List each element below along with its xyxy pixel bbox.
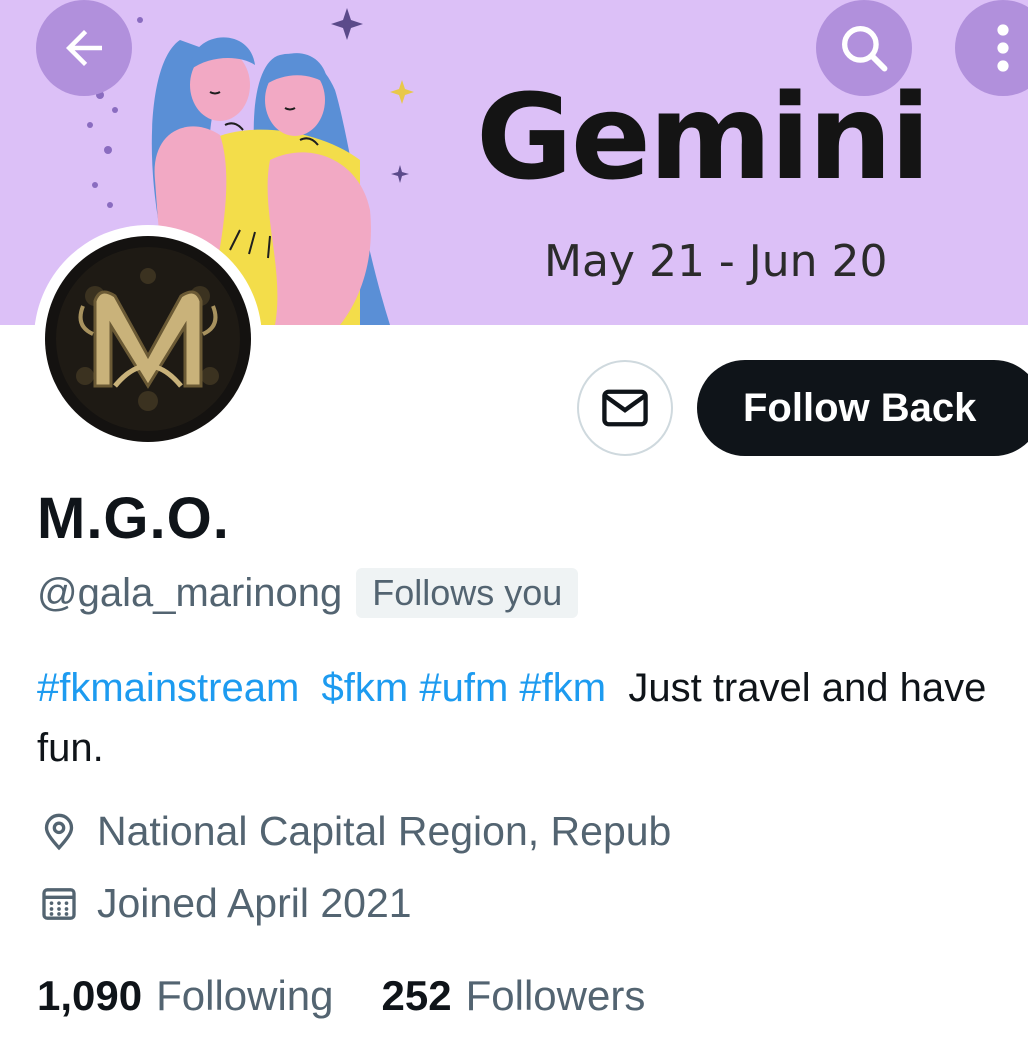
follows-you-badge: Follows you [356,568,579,618]
hashtag-link[interactable]: #ufm [419,666,508,710]
follow-stats: 1,090 Following 252 Followers [37,972,693,1020]
banner-date-range: May 21 - Jun 20 [544,236,888,287]
following-link[interactable]: 1,090 Following [37,972,334,1020]
display-name: M.G.O. [37,486,230,551]
location-text: National Capital Region, Repub [97,808,672,854]
followers-count: 252 [381,972,452,1019]
following-label: Following [156,972,334,1019]
joined-row: Joined April 2021 [37,880,412,927]
arrow-left-icon [66,30,102,66]
hashtag-link[interactable]: #fkm [519,666,606,710]
location-pin-icon [37,810,81,854]
more-vertical-icon [997,24,1009,72]
back-button[interactable] [36,0,132,96]
follow-back-button[interactable]: Follow Back [697,360,1028,456]
profile-bio: #fkmainstream $fkm #ufm #fkm Just travel… [37,658,1022,778]
avatar-image [45,236,251,442]
calendar-icon [37,882,81,926]
profile-avatar[interactable] [34,225,262,453]
followers-link[interactable]: 252 Followers [382,972,646,1020]
message-button[interactable] [577,360,673,456]
search-button[interactable] [816,0,912,96]
location-row: National Capital Region, Repub [37,808,671,855]
search-icon [842,26,888,72]
envelope-icon [602,389,648,427]
followers-label: Followers [465,972,646,1019]
joined-date-text: Joined April 2021 [97,880,412,926]
user-handle: @gala_marinong [37,570,343,615]
hashtag-link[interactable]: #fkmainstream [37,666,299,710]
handle-row: @gala_marinong Follows you [37,568,579,618]
monogram-m-logo [45,236,251,442]
cashtag-link[interactable]: $fkm [322,666,409,710]
following-count: 1,090 [37,972,143,1019]
